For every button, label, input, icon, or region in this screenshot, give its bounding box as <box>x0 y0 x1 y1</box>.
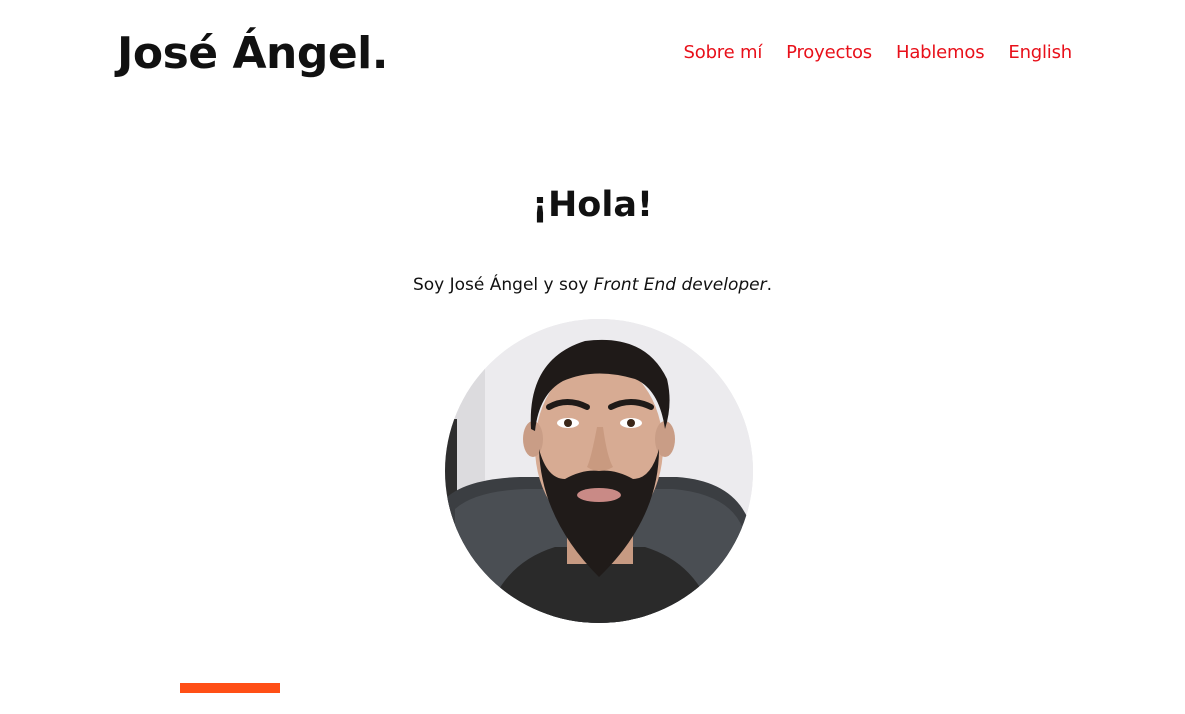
main-nav: Sobre mí Proyectos Hablemos English <box>684 40 1073 66</box>
nav-link-about[interactable]: Sobre mí <box>684 40 763 66</box>
hero-title: ¡Hola! <box>532 185 653 225</box>
hero-intro: Soy José Ángel y soy Front End developer… <box>0 272 1185 298</box>
nav-link-projects[interactable]: Proyectos <box>786 40 872 66</box>
hero-intro-suffix: . <box>766 275 773 295</box>
nav-link-language[interactable]: English <box>1008 40 1072 66</box>
page: José Ángel. Sobre mí Proyectos Hablemos … <box>0 0 1185 714</box>
section-divider-bar <box>180 683 280 693</box>
site-logo[interactable]: José Ángel. <box>117 24 388 84</box>
profile-photo-illustration <box>445 319 753 623</box>
hero-intro-role: Front End developer <box>593 275 767 295</box>
profile-photo <box>445 319 753 623</box>
hero-intro-prefix: Soy José Ángel y soy <box>412 275 594 295</box>
nav-link-contact[interactable]: Hablemos <box>896 40 985 66</box>
site-header: José Ángel. Sobre mí Proyectos Hablemos … <box>117 24 1072 84</box>
